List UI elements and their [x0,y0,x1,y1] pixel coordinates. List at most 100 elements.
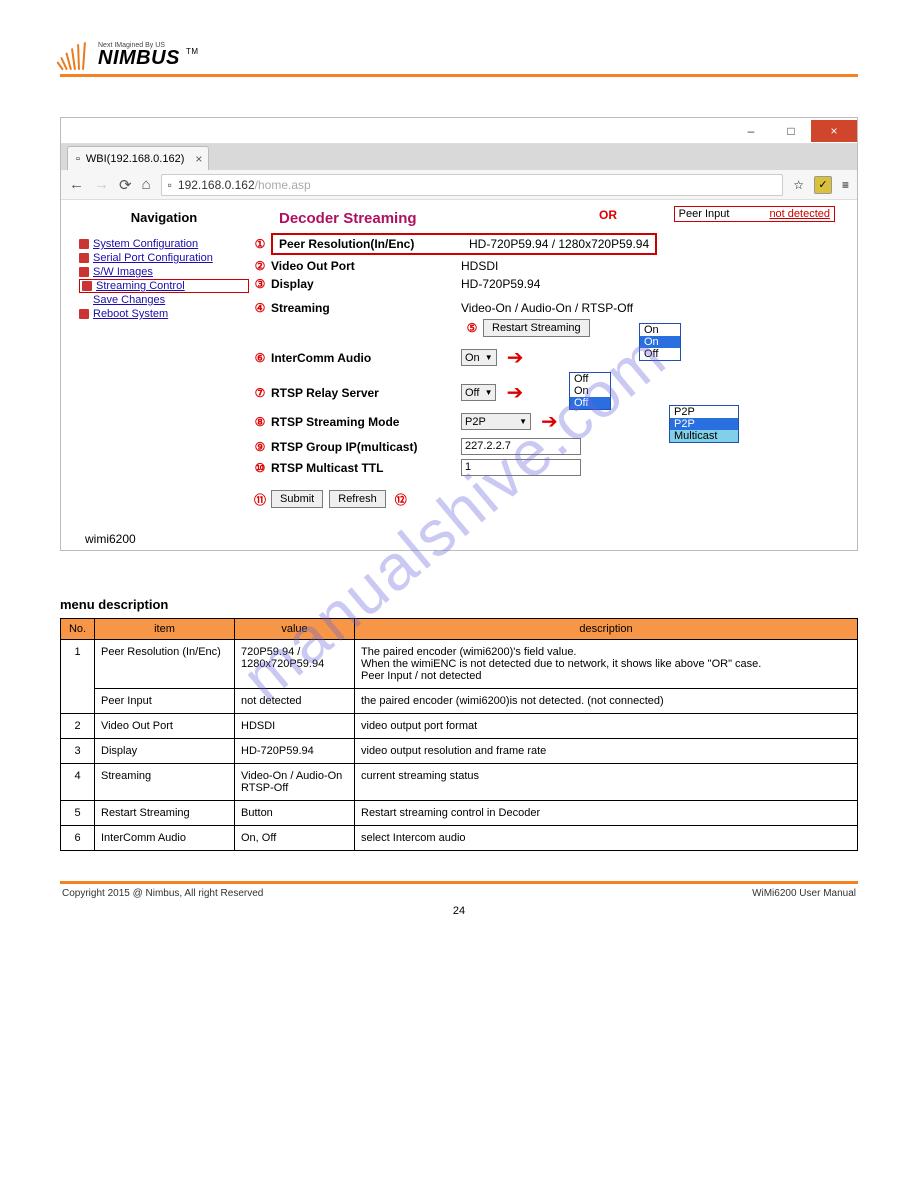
streaming-label: Streaming [271,301,461,315]
marker-5: ⑤ [461,321,483,335]
cell-no: 4 [61,764,95,801]
cell-no: 1 [61,640,95,714]
peer-resolution-label: Peer Resolution(In/Enc) [279,237,469,251]
option-off[interactable]: Off [570,397,610,409]
peer-input-callout: Peer Input not detected [674,206,835,222]
nav-link[interactable]: System Configuration [93,238,198,250]
cell-desc: The paired encoder (wimi6200)'s field va… [355,640,858,689]
rtsp-ttl-input[interactable]: 1 [461,459,581,476]
cell-item: Video Out Port [95,714,235,739]
cell-value: not detected [235,689,355,714]
table-row: 3 Display HD-720P59.94 video output reso… [61,739,858,764]
option-p2p[interactable]: P2P [670,418,738,430]
marker-3: ③ [249,277,271,291]
nav-back-icon[interactable]: ← [69,176,84,194]
logo-tm: TM [186,47,199,56]
rtsp-relay-options[interactable]: Off On Off [569,372,611,410]
menu-hamburger-icon[interactable]: ≡ [842,178,849,192]
submit-button[interactable]: Submit [271,490,323,508]
table-row: Peer Input not detected the paired encod… [61,689,858,714]
nav-streaming-control[interactable]: Streaming Control [79,279,249,293]
nav-serial-port-configuration[interactable]: Serial Port Configuration [79,251,249,265]
table-row: 2 Video Out Port HDSDI video output port… [61,714,858,739]
nav-sw-images[interactable]: S/W Images [79,265,249,279]
rtsp-ttl-label: RTSP Multicast TTL [271,461,461,475]
option-p2p-header: P2P [670,406,738,418]
nav-link[interactable]: S/W Images [93,266,153,278]
intercomm-audio-options[interactable]: On On Off [639,323,681,361]
cell-item: InterComm Audio [95,826,235,851]
restart-streaming-button[interactable]: Restart Streaming [483,319,590,337]
cell-desc: current streaming status [355,764,858,801]
option-off[interactable]: Off [640,348,680,360]
marker-6: ⑥ [249,351,271,365]
video-out-port-label: Video Out Port [271,259,461,273]
address-bar[interactable]: ▫ 192.168.0.162 /home.asp [161,174,784,196]
nav-reboot-system[interactable]: Reboot System [79,307,249,321]
cell-value: 720P59.94 / 1280x720P59.94 [235,640,355,689]
rtsp-mode-options[interactable]: P2P P2P Multicast [669,405,739,443]
th-item: item [95,619,235,640]
footer-copyright: Copyright 2015 @ Nimbus, All right Reser… [62,888,263,899]
table-row: 6 InterComm Audio On, Off select Interco… [61,826,858,851]
cell-value: Video-On / Audio-On RTSP-Off [235,764,355,801]
cell-desc: video output resolution and frame rate [355,739,858,764]
option-off-header: Off [570,373,610,385]
marker-9: ⑨ [249,440,271,454]
cell-no: 2 [61,714,95,739]
bookmark-star-icon[interactable]: ☆ [793,178,804,192]
arrow-annotation-icon: ➔ [507,345,524,370]
nav-home-icon[interactable]: ⌂ [142,176,151,194]
nav-link[interactable]: Serial Port Configuration [93,252,213,264]
cell-value: HDSDI [235,714,355,739]
arrow-annotation-icon: ➔ [506,380,523,405]
marker-4: ④ [249,301,271,315]
refresh-button[interactable]: Refresh [329,490,386,508]
rtsp-mode-label: RTSP Streaming Mode [271,415,461,429]
arrow-annotation-icon: ➔ [541,409,558,434]
tab-close-icon[interactable]: × [195,152,202,166]
nav-title: Navigation [79,210,249,225]
option-on[interactable]: On [640,336,680,348]
peer-input-value: not detected [769,208,830,220]
option-multicast[interactable]: Multicast [670,430,738,442]
nav-system-configuration[interactable]: System Configuration [79,237,249,251]
cell-no: 5 [61,801,95,826]
cell-desc: the paired encoder (wimi6200)is not dete… [355,689,858,714]
marker-7: ⑦ [249,386,271,400]
window-minimize-button[interactable]: – [731,120,771,142]
rtsp-relay-label: RTSP Relay Server [271,386,461,400]
cell-value: On, Off [235,826,355,851]
window-maximize-button[interactable]: □ [771,120,811,142]
brand-logo: Next IMagined By US NIMBUS TM [60,40,858,70]
cell-value: HD-720P59.94 [235,739,355,764]
description-table: No. item value description 1 Peer Resolu… [60,618,858,851]
rtsp-group-ip-input[interactable]: 227.2.2.7 [461,438,581,455]
footer-doc-title: WiMi6200 User Manual [752,888,856,899]
url-host: 192.168.0.162 [178,178,255,192]
rtsp-group-ip-label: RTSP Group IP(multicast) [271,440,461,454]
nav-link[interactable]: Reboot System [93,308,168,320]
table-row: 5 Restart Streaming Button Restart strea… [61,801,858,826]
url-path: /home.asp [255,178,311,192]
streaming-value: Video-On / Audio-On / RTSP-Off [461,301,633,315]
nav-link[interactable]: Streaming Control [96,280,185,292]
section-title: menu description [60,597,858,612]
nav-bullet-icon [79,267,89,277]
rtsp-mode-select[interactable]: P2P [461,413,531,430]
video-out-port-value: HDSDI [461,259,498,273]
window-close-button[interactable]: × [811,120,857,142]
logo-name: NIMBUS [98,47,180,69]
browser-tab[interactable]: ▫ WBI(192.168.0.162) × [67,146,209,170]
intercomm-audio-select[interactable]: On [461,349,497,366]
peer-input-label: Peer Input [679,208,730,220]
rtsp-relay-select[interactable]: Off [461,384,496,401]
nav-reload-icon[interactable]: ⟳ [119,176,132,194]
page-file-icon: ▫ [168,178,172,192]
extension-icon[interactable]: ✓ [814,176,832,194]
nav-save-changes[interactable]: Save Changes [93,293,249,307]
peer-resolution-row: Peer Resolution(In/Enc) HD-720P59.94 / 1… [271,233,657,255]
nav-bullet-icon [79,239,89,249]
tab-title: WBI(192.168.0.162) [86,153,184,165]
option-on[interactable]: On [570,385,610,397]
